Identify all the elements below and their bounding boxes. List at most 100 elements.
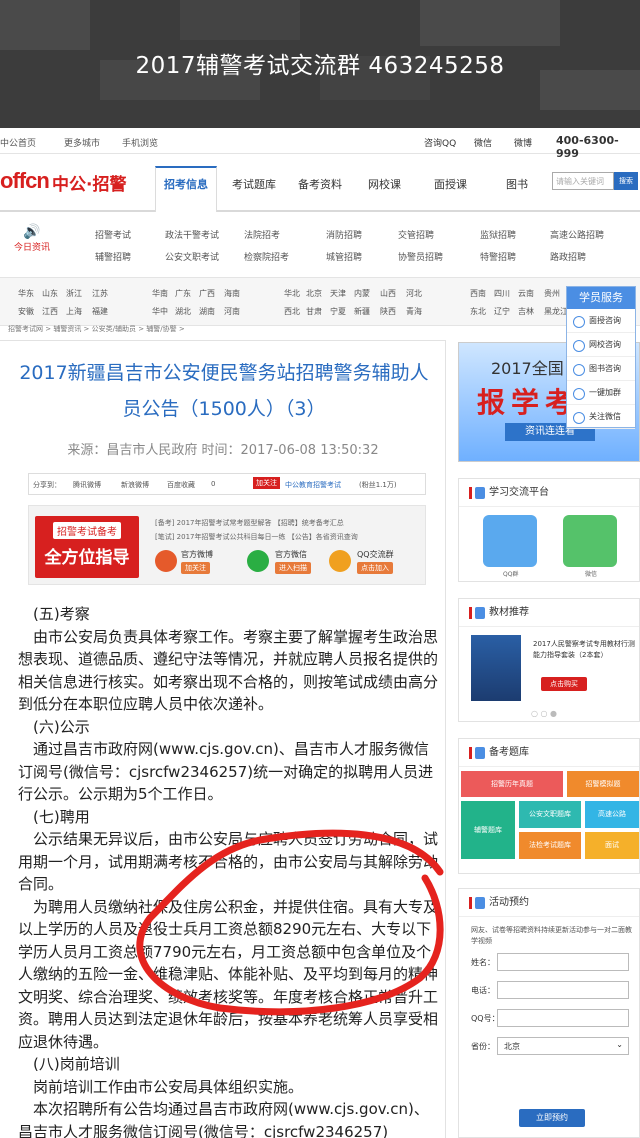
bank-tile[interactable]: 招警历年真题: [461, 771, 563, 797]
region-link[interactable]: 江西: [42, 306, 58, 317]
region-link[interactable]: 陕西: [380, 306, 396, 317]
nav-tab-question-bank[interactable]: 考试题库: [232, 176, 276, 192]
category-link[interactable]: 城管招聘: [326, 250, 362, 263]
region-link[interactable]: 山西: [380, 288, 396, 299]
more-sites-link[interactable]: 更多城市: [64, 136, 100, 149]
region-link[interactable]: 天津: [330, 288, 346, 299]
region-link[interactable]: 华中: [152, 306, 168, 317]
share-baidu-button[interactable]: 百度收藏: [167, 480, 195, 490]
region-link[interactable]: 福建: [92, 306, 108, 317]
service-item-online[interactable]: 网校咨询: [567, 333, 635, 357]
region-link[interactable]: 华南: [152, 288, 168, 299]
search-button[interactable]: 搜索: [614, 172, 638, 190]
bank-tile[interactable]: 高速公路: [585, 801, 639, 828]
region-link[interactable]: 河北: [406, 288, 422, 299]
region-link[interactable]: 华北: [284, 288, 300, 299]
service-item-books[interactable]: 图书咨询: [567, 357, 635, 381]
category-link[interactable]: 检察院招考: [244, 250, 289, 263]
promo-link[interactable]: [笔试] 2017年招警考试公共科目每日一练 【公告】各省资讯查询: [155, 532, 358, 542]
service-item-classroom[interactable]: 面授咨询: [567, 309, 635, 333]
share-sina-button[interactable]: 新浪微博: [121, 480, 149, 490]
province-select[interactable]: 北京 ⌄: [497, 1037, 629, 1055]
qq-join-button[interactable]: 点击加入: [357, 562, 393, 574]
qq-field[interactable]: [497, 1009, 629, 1027]
region-link[interactable]: 四川: [494, 288, 510, 299]
service-item-join-group[interactable]: 一键加群: [567, 381, 635, 405]
weibo-link[interactable]: 微博: [514, 136, 532, 149]
qq-group-icon[interactable]: [483, 515, 537, 567]
category-link[interactable]: 交管招聘: [398, 228, 434, 241]
region-link[interactable]: 浙江: [66, 288, 82, 299]
nav-tab-classroom[interactable]: 面授课: [434, 176, 467, 192]
wechat-group-icon[interactable]: [563, 515, 617, 567]
region-link[interactable]: 上海: [66, 306, 82, 317]
region-link[interactable]: 云南: [518, 288, 534, 299]
share-tencent-button[interactable]: 腾讯微博: [73, 480, 101, 490]
promo-link[interactable]: [备考] 2017年招警考试常考题型解答 【招聘】统考备考汇总: [155, 518, 344, 528]
region-link[interactable]: 北京: [306, 288, 322, 299]
carousel-dots[interactable]: ○ ○ ●: [531, 709, 557, 718]
phone-field[interactable]: [497, 981, 629, 999]
region-link[interactable]: 海南: [224, 288, 240, 299]
submit-appointment-button[interactable]: 立即预约: [519, 1109, 585, 1127]
region-link[interactable]: 安徽: [18, 306, 34, 317]
region-link[interactable]: 西南: [470, 288, 486, 299]
bank-tile[interactable]: 公安文职题库: [519, 801, 581, 828]
mobile-link[interactable]: 手机浏览: [122, 136, 158, 149]
region-link[interactable]: 湖南: [199, 306, 215, 317]
official-account-link[interactable]: 中公教育招警考试: [285, 480, 341, 490]
today-news[interactable]: 🔊 今日资讯: [14, 224, 50, 253]
region-link[interactable]: 广西: [199, 288, 215, 299]
category-link[interactable]: 公安文职考试: [165, 250, 219, 263]
category-link[interactable]: 协警员招聘: [398, 250, 443, 263]
bank-tile[interactable]: 辅警题库: [461, 801, 515, 859]
region-link[interactable]: 贵州: [544, 288, 560, 299]
weibo-follow-button[interactable]: 加关注: [181, 562, 210, 574]
region-link[interactable]: 甘肃: [306, 306, 322, 317]
nav-tab-online-course[interactable]: 网校课: [368, 176, 401, 192]
category-link[interactable]: 路政招聘: [550, 250, 586, 263]
book-description[interactable]: 2017人民警察考试专用教材行测能力指导套装（2本套）: [533, 639, 637, 661]
name-field[interactable]: [497, 953, 629, 971]
category-link[interactable]: 法院招考: [244, 228, 280, 241]
qq-consult-link[interactable]: 咨询QQ: [424, 136, 456, 149]
region-link[interactable]: 河南: [224, 306, 240, 317]
home-link[interactable]: 中公首页: [0, 136, 36, 149]
region-link[interactable]: 西北: [284, 306, 300, 317]
follow-button[interactable]: 加关注: [253, 477, 280, 489]
category-link[interactable]: 特警招聘: [480, 250, 516, 263]
offcn-logo[interactable]: offcn: [0, 168, 50, 194]
nav-tab-books[interactable]: 图书: [506, 176, 528, 192]
wechat-link[interactable]: 微信: [474, 136, 492, 149]
category-link[interactable]: 招警考试: [95, 228, 131, 241]
wechat-scan-button[interactable]: 进入扫描: [275, 562, 311, 574]
guide-banner[interactable]: 招警考试备考 全方位指导: [35, 516, 139, 578]
region-link[interactable]: 黑龙江: [544, 306, 568, 317]
category-link[interactable]: 辅警招聘: [95, 250, 131, 263]
nav-tab-recruit-info[interactable]: 招考信息: [155, 166, 217, 212]
category-link[interactable]: 监狱招聘: [480, 228, 516, 241]
category-link[interactable]: 高速公路招聘: [550, 228, 604, 241]
search-input[interactable]: 请输入关键词: [552, 172, 614, 190]
category-link[interactable]: 消防招聘: [326, 228, 362, 241]
region-link[interactable]: 吉林: [518, 306, 534, 317]
region-link[interactable]: 内蒙: [354, 288, 370, 299]
buy-button[interactable]: 点击购买: [541, 677, 587, 691]
bank-tile[interactable]: 面试: [585, 832, 639, 859]
service-item-wechat[interactable]: 关注微信: [567, 405, 635, 429]
bank-tile[interactable]: 招警模拟题: [567, 771, 639, 797]
book-cover-image[interactable]: [471, 635, 521, 701]
bank-tile[interactable]: 法检考试题库: [519, 832, 581, 859]
region-link[interactable]: 广东: [175, 288, 191, 299]
region-link[interactable]: 山东: [42, 288, 58, 299]
nav-tab-materials[interactable]: 备考资料: [298, 176, 342, 192]
region-link[interactable]: 华东: [18, 288, 34, 299]
region-link[interactable]: 青海: [406, 306, 422, 317]
category-link[interactable]: 政法干警考试: [165, 228, 219, 241]
region-link[interactable]: 辽宁: [494, 306, 510, 317]
region-link[interactable]: 东北: [470, 306, 486, 317]
region-link[interactable]: 新疆: [354, 306, 370, 317]
region-link[interactable]: 湖北: [175, 306, 191, 317]
region-link[interactable]: 江苏: [92, 288, 108, 299]
region-link[interactable]: 宁夏: [330, 306, 346, 317]
